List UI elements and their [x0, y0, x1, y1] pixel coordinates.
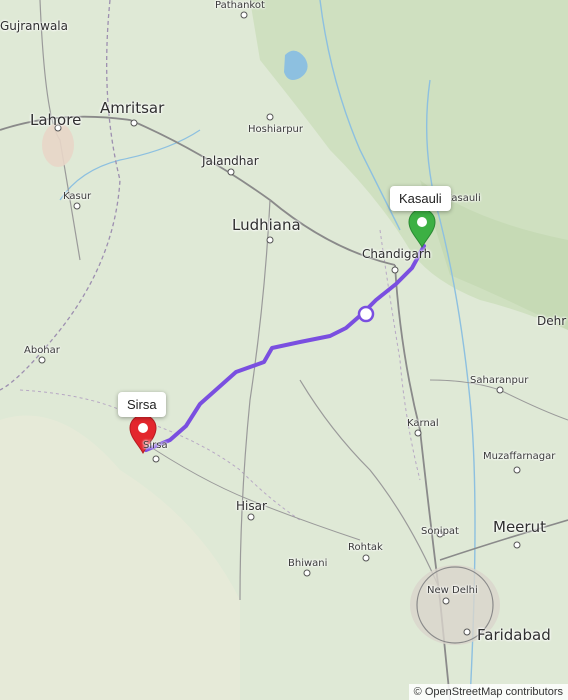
city-label-sonipat: Sonipat [421, 526, 459, 537]
road [239, 199, 271, 601]
city-label-karnal: Karnal [407, 418, 439, 429]
town-dot [513, 466, 521, 474]
map-view[interactable]: Gujranwala Pathankot Amritsar Lahore Hos… [0, 0, 568, 700]
town-dot [513, 541, 521, 549]
city-label-amritsar: Amritsar [100, 99, 165, 117]
road [429, 379, 568, 421]
route-waypoint [357, 305, 375, 323]
town-dot [73, 202, 81, 210]
international-border [0, 0, 121, 391]
town-dot [266, 113, 274, 121]
city-label-faridabad: Faridabad [477, 626, 551, 644]
city-label-hisar: Hisar [236, 499, 267, 513]
route-line [144, 244, 426, 452]
start-marker-label[interactable]: Kasauli [390, 186, 451, 211]
map-base-layer [0, 0, 568, 700]
town-dot [247, 513, 255, 521]
city-label-new-delhi: New Delhi [427, 585, 478, 596]
city-label-rohtak: Rohtak [348, 542, 383, 553]
town-dot [442, 597, 450, 605]
city-label-chandigarh: Chandigarh [362, 247, 432, 261]
town-dot [266, 236, 274, 244]
city-label-gujranwala: Gujranwala [0, 19, 68, 33]
city-label-ludhiana: Ludhiana [232, 216, 301, 234]
city-label-saharanpur: Saharanpur [470, 375, 529, 386]
town-dot [463, 628, 471, 636]
town-dot [303, 569, 311, 577]
town-dot [227, 168, 235, 176]
town-dot [38, 356, 46, 364]
end-marker-label[interactable]: Sirsa [118, 392, 166, 417]
city-label-muzaffarnagar: Muzaffarnagar [483, 451, 556, 462]
city-label-bhiwani: Bhiwani [288, 558, 328, 569]
city-label-pathankot: Pathankot [215, 0, 265, 11]
town-dot [496, 386, 504, 394]
city-label-sirsa-town: Sirsa [143, 440, 168, 451]
city-label-meerut: Meerut [493, 518, 546, 536]
town-dot [240, 11, 248, 19]
city-label-jalandhar: Jalandhar [202, 154, 259, 168]
river [59, 129, 201, 201]
map-attribution[interactable]: © OpenStreetMap contributors [408, 684, 568, 700]
town-dot [362, 554, 370, 562]
town-dot [130, 119, 138, 127]
town-dot [152, 455, 160, 463]
town-dot [391, 266, 399, 274]
city-label-lahore: Lahore [30, 111, 82, 129]
plains-region [0, 415, 240, 700]
city-label-hoshiarpur: Hoshiarpur [248, 124, 303, 135]
city-label-dehradun: Dehr [537, 314, 567, 328]
town-dot [414, 429, 422, 437]
city-label-abohar: Abohar [24, 345, 60, 356]
city-label-kasur: Kasur [63, 191, 92, 202]
